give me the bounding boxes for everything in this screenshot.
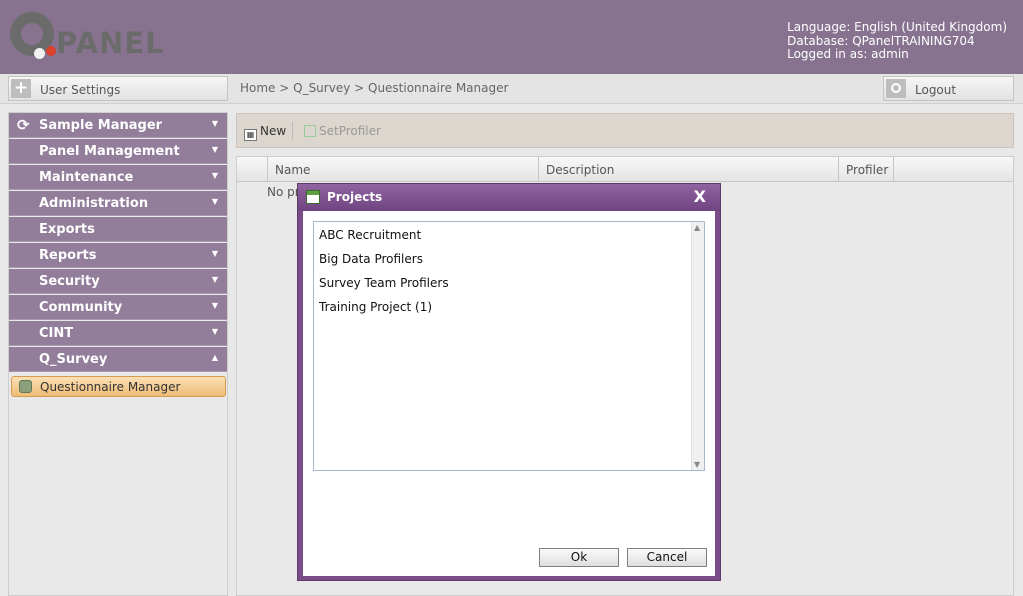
plus-icon: + [11,79,31,98]
qpanel-logo: PANEL [10,10,170,66]
user-settings-label: User Settings [40,83,121,97]
breadcrumb: Home > Q_Survey > Questionnaire Manager [240,81,509,95]
project-list-item[interactable]: ABC Recruitment [319,228,421,242]
sidebar-item-security[interactable]: Security ▼ [9,269,227,294]
top-bar: + User Settings Home > Q_Survey > Questi… [0,74,1023,104]
sidebar-item-reports[interactable]: Reports ▼ [9,243,227,268]
column-header-name[interactable]: Name [268,157,539,182]
project-list-item[interactable]: Big Data Profilers [319,252,423,266]
setprofiler-icon [304,125,316,137]
project-list-item[interactable]: Training Project (1) [319,300,432,314]
project-list[interactable]: ABC Recruitment Big Data Profilers Surve… [313,221,705,471]
chevron-down-icon: ▼ [211,249,218,258]
sidebar-item-exports[interactable]: Exports [9,217,227,242]
toolbar: ▦ New SetProfiler [236,113,1014,148]
dialog-titlebar[interactable]: Projects X [298,184,720,211]
chevron-down-icon: ▼ [211,301,218,310]
refresh-icon: ⟳ [17,116,30,134]
logout-label: Logout [915,83,957,97]
logo-text: PANEL [56,26,165,60]
column-header-profiler[interactable]: Profiler [839,157,894,182]
chevron-down-icon: ▼ [211,197,218,206]
grid-select-column [237,157,268,182]
chevron-down-icon: ▼ [211,275,218,284]
dialog-title: Projects [327,190,383,204]
setprofiler-button[interactable]: SetProfiler [304,124,381,138]
chevron-up-icon: ▲ [211,353,218,362]
language-info: Language: English (United Kingdom) [787,20,1007,34]
list-scrollbar[interactable]: ▲ ▼ [691,222,704,470]
sidebar: ⟳ Sample Manager ▼ Panel Management ▼ Ma… [8,112,228,596]
session-info: Language: English (United Kingdom) Datab… [787,20,1007,62]
projects-dialog: Projects X ABC Recruitment Big Data Prof… [297,183,721,581]
grid-empty-message: No pr [267,185,300,199]
sidebar-item-cint[interactable]: CINT ▼ [9,321,227,346]
chevron-down-icon: ▼ [211,119,218,128]
logged-in-info: Logged in as: admin [787,47,909,61]
chevron-down-icon: ▼ [211,171,218,180]
sidebar-item-administration[interactable]: Administration ▼ [9,191,227,216]
logout-button[interactable]: Logout [883,76,1014,101]
app-header: PANEL Language: English (United Kingdom)… [0,0,1023,74]
chevron-down-icon: ▼ [211,145,218,154]
grid-header: Name Description Profiler [237,157,1013,182]
ok-button[interactable]: Ok [539,548,619,567]
new-button[interactable]: ▦ New [244,124,286,141]
sidebar-subitem-questionnaire-manager[interactable]: Questionnaire Manager [11,376,226,397]
cancel-button[interactable]: Cancel [627,548,707,567]
user-settings-button[interactable]: + User Settings [8,76,228,101]
dialog-body: ABC Recruitment Big Data Profilers Surve… [303,211,715,576]
database-info: Database: QPanelTRAINING704 [787,33,975,48]
sidebar-item-q-survey[interactable]: Q_Survey ▲ [9,347,227,372]
sidebar-item-community[interactable]: Community ▼ [9,295,227,320]
questionnaire-icon [19,380,32,393]
scroll-down-icon[interactable]: ▼ [694,460,700,469]
power-icon [886,79,906,98]
toolbar-separator [292,122,293,140]
sidebar-item-panel-management[interactable]: Panel Management ▼ [9,139,227,164]
scroll-up-icon[interactable]: ▲ [694,223,700,232]
close-icon[interactable]: X [694,187,706,206]
sidebar-item-sample-manager[interactable]: ⟳ Sample Manager ▼ [9,113,227,138]
list-window-icon [306,190,320,204]
sidebar-item-maintenance[interactable]: Maintenance ▼ [9,165,227,190]
new-icon: ▦ [244,129,257,141]
chevron-down-icon: ▼ [211,327,218,336]
project-list-item[interactable]: Survey Team Profilers [319,276,449,290]
column-header-description[interactable]: Description [539,157,839,182]
